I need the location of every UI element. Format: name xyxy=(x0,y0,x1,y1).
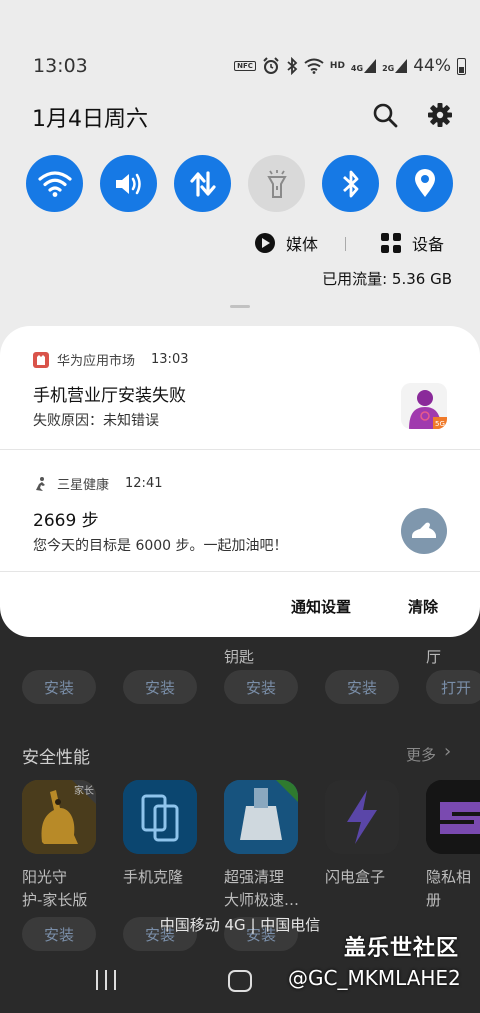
gear-icon xyxy=(428,103,452,127)
app-name: 闪电盒子 xyxy=(325,868,386,886)
devices-grid-icon xyxy=(381,233,401,253)
notification-settings-button[interactable]: 通知设置 xyxy=(291,596,351,617)
more-link[interactable]: 更多 xyxy=(406,744,436,765)
bg-app-label: 厅 xyxy=(426,648,442,666)
media-label: 媒体 xyxy=(286,235,319,254)
bluetooth-status-icon xyxy=(287,57,298,75)
bluetooth-toggle[interactable] xyxy=(322,155,379,212)
app-name: 手机克隆 xyxy=(123,868,184,886)
wifi-toggle[interactable] xyxy=(26,155,83,212)
notification-header: 三星健康 12:41 xyxy=(33,474,162,493)
signal-icon-1: 4G xyxy=(351,59,377,73)
notification-separator xyxy=(0,449,480,450)
notification-title[interactable]: 手机营业厅安装失败 xyxy=(33,381,186,406)
data-arrows-icon xyxy=(189,170,216,197)
location-icon xyxy=(414,168,435,197)
app-icon-privacy-album[interactable] xyxy=(426,780,480,854)
chevron-right-icon: › xyxy=(444,741,452,762)
install-button[interactable]: 安装 xyxy=(224,670,298,704)
sound-toggle[interactable] xyxy=(100,155,157,212)
flashlight-toggle[interactable] xyxy=(248,155,305,212)
settings-button[interactable] xyxy=(427,102,453,128)
status-time: 13:03 xyxy=(33,55,88,77)
notification-body: 失败原因：未知错误 xyxy=(33,413,159,429)
wifi-status-icon xyxy=(304,58,324,74)
badge-label: 家长 xyxy=(74,786,94,797)
mobile-data-toggle[interactable] xyxy=(174,155,231,212)
bg-app-label: 钥匙 xyxy=(224,648,255,666)
divider xyxy=(345,237,346,251)
shoe-icon xyxy=(401,508,447,554)
notification-header: 华为应用市场 13:03 xyxy=(33,350,188,369)
notification-body: 您今天的目标是 6000 步。一起加油吧！ xyxy=(33,538,288,554)
notification-title[interactable]: 2669 步 xyxy=(33,506,99,531)
notification-time: 13:03 xyxy=(151,352,189,367)
app-icon-cleaner[interactable] xyxy=(224,780,298,854)
app-icon-lightning[interactable] xyxy=(325,780,399,854)
panel-drag-handle[interactable] xyxy=(230,305,250,308)
clear-notifications-button[interactable]: 清除 xyxy=(408,596,438,617)
wifi-icon xyxy=(37,170,72,197)
devices-label: 设备 xyxy=(412,235,445,254)
battery-percent: 44% xyxy=(413,56,451,76)
huawei-appgallery-icon xyxy=(33,351,49,368)
samsung-health-icon xyxy=(36,476,45,491)
bluetooth-icon xyxy=(342,170,358,197)
recents-button[interactable] xyxy=(95,970,117,990)
notification-app-name: 三星健康 xyxy=(57,478,110,493)
install-button[interactable]: 安装 xyxy=(325,670,399,704)
location-toggle[interactable] xyxy=(396,155,453,212)
watermark-title: 盖乐世社区 xyxy=(344,936,460,961)
status-icons: NFC HD 4G 2G 44% xyxy=(234,55,466,77)
hd-icon: HD xyxy=(329,61,345,71)
app-icon-phone-clone[interactable] xyxy=(123,780,197,854)
volume-icon xyxy=(115,173,141,194)
notification-app-name: 华为应用市场 xyxy=(57,354,136,369)
flashlight-icon xyxy=(266,169,287,198)
notification-time: 12:41 xyxy=(125,476,163,491)
play-circle-icon xyxy=(255,233,275,253)
open-button[interactable]: 打开 xyxy=(426,670,480,704)
battery-icon xyxy=(457,57,466,75)
media-button[interactable]: 媒体 xyxy=(254,231,318,255)
watermark-handle: @GC_MKMLAHE2 xyxy=(288,966,461,990)
home-button[interactable] xyxy=(228,970,252,992)
app-name: 超强清理 大师极速… xyxy=(224,868,300,909)
app-name: 阳光守 护-家长版 xyxy=(22,868,88,909)
data-usage-label: 已用流量: 5.36 GB xyxy=(322,270,452,288)
alarm-icon xyxy=(263,57,279,74)
nfc-icon: NFC xyxy=(234,61,256,71)
section-title: 安全性能 xyxy=(22,748,90,768)
date-label: 1月4日周六 xyxy=(32,107,148,132)
devices-button[interactable]: 设备 xyxy=(380,231,444,255)
install-button[interactable]: 安装 xyxy=(22,670,96,704)
install-button[interactable]: 安装 xyxy=(123,670,197,704)
app-icon-kangaroo[interactable]: 家长 xyxy=(22,780,96,854)
signal-icon-2: 2G xyxy=(382,59,408,73)
notification-separator xyxy=(0,571,480,572)
search-icon xyxy=(373,103,398,128)
search-button[interactable] xyxy=(372,102,398,128)
app-name: 隐私相册 xyxy=(426,868,472,909)
china-unicom-app-icon: 5G xyxy=(401,383,447,429)
